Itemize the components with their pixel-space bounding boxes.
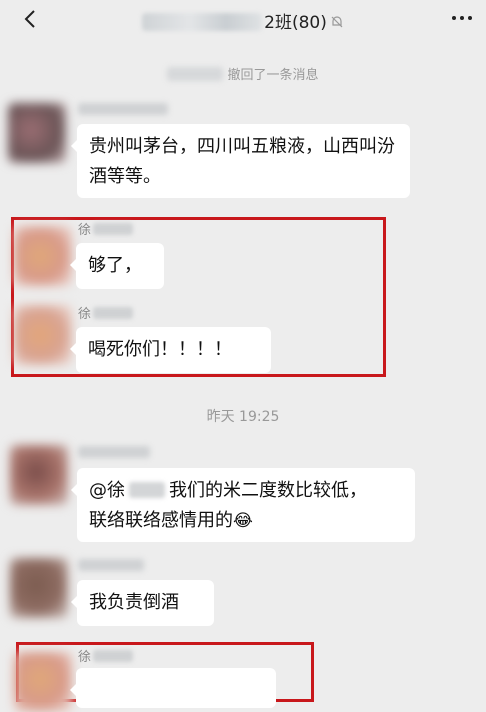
blurred-recaller-name bbox=[167, 67, 224, 81]
laugh-cry-emoji-icon: 😂 bbox=[233, 511, 253, 531]
blurred-sender-name bbox=[78, 559, 144, 571]
message-bubble[interactable] bbox=[70, 668, 276, 708]
more-dots-icon[interactable] bbox=[450, 10, 474, 26]
sender-name-text: 徐 bbox=[78, 307, 92, 322]
blurred-group-name bbox=[142, 13, 263, 31]
message-text: 够了， bbox=[88, 255, 142, 276]
message-bubble[interactable]: 够了， bbox=[70, 243, 164, 289]
message-bubble[interactable]: 贵州叫茅台，四川叫五粮液，山西叫汾酒等等。 bbox=[71, 124, 410, 198]
sender-name-text: 徐 bbox=[78, 650, 92, 665]
blurred-mention-name bbox=[129, 482, 165, 498]
avatar[interactable] bbox=[10, 445, 68, 505]
message-bubble[interactable]: 我负责倒酒 bbox=[71, 580, 214, 626]
recall-notice: 撤回了一条消息 bbox=[0, 64, 486, 83]
chat-header: 2班(80) bbox=[0, 0, 486, 40]
chat-title: 2班(80) bbox=[0, 8, 486, 33]
avatar[interactable] bbox=[14, 305, 72, 365]
mute-bell-icon bbox=[331, 16, 343, 28]
sender-name: 徐 bbox=[78, 303, 134, 322]
message-text-line2: 联络联络感情用的 bbox=[89, 510, 233, 531]
sender-name: 徐 bbox=[78, 646, 134, 665]
message-text: 我负责倒酒 bbox=[89, 592, 179, 613]
avatar[interactable] bbox=[14, 226, 72, 286]
message-text-line1: 我们的米二度数比较低， bbox=[169, 480, 367, 501]
mention-text: @徐 bbox=[89, 480, 125, 501]
message-text: 喝死你们！！！！ bbox=[88, 339, 232, 360]
message-bubble[interactable]: 喝死你们！！！！ bbox=[70, 327, 271, 373]
avatar[interactable] bbox=[8, 103, 66, 163]
chat-title-suffix: 2班(80) bbox=[264, 13, 327, 33]
blurred-sender-name bbox=[93, 307, 134, 319]
recall-text: 撤回了一条消息 bbox=[227, 68, 319, 83]
message-text: 贵州叫茅台，四川叫五粮液，山西叫汾酒等等。 bbox=[89, 136, 395, 187]
avatar[interactable] bbox=[14, 652, 72, 712]
timestamp: 昨天 19:25 bbox=[206, 409, 280, 425]
blurred-sender-name bbox=[93, 650, 134, 662]
sender-name-text: 徐 bbox=[78, 223, 92, 238]
blurred-sender-name bbox=[78, 103, 168, 115]
avatar[interactable] bbox=[10, 558, 68, 618]
blurred-sender-name bbox=[78, 446, 150, 458]
sender-name: 徐 bbox=[78, 219, 134, 238]
blurred-sender-name bbox=[93, 223, 134, 235]
message-bubble[interactable]: @徐 我们的米二度数比较低， 联络联络感情用的😂 bbox=[71, 468, 415, 542]
